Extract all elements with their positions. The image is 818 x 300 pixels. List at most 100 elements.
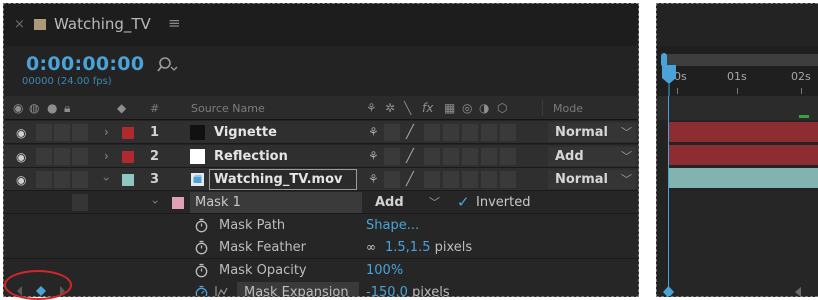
3d-toggle[interactable] <box>500 171 516 188</box>
search-icon[interactable] <box>157 56 179 76</box>
expand-chevron-icon[interactable]: › <box>104 125 109 139</box>
scroll-arrow-icon[interactable] <box>793 287 805 297</box>
mask-opacity-value[interactable]: 100% <box>366 263 403 278</box>
footage-file-icon <box>191 173 204 186</box>
layer-duration-bar[interactable] <box>669 122 818 142</box>
collapse-toggle[interactable] <box>384 124 400 141</box>
composition-tab-title[interactable]: Watching_TV <box>54 15 151 33</box>
motion-blur-toggle[interactable] <box>462 171 478 188</box>
mask-feather-value[interactable]: 1.5,1.5 pixels <box>385 240 472 255</box>
frame-blend-toggle[interactable] <box>443 171 459 188</box>
keyframe-diamond-icon[interactable] <box>662 286 675 297</box>
3d-toggle[interactable] <box>500 148 516 165</box>
quality-slash-icon[interactable]: ╱ <box>406 172 414 187</box>
layer-duration-bar[interactable] <box>669 145 818 165</box>
inverted-checkbox[interactable]: ✓ <box>457 193 470 211</box>
visibility-eye-icon[interactable]: ◉ <box>16 173 26 187</box>
video-switch-icon: ◉ <box>13 101 24 115</box>
collapse-toggle[interactable] <box>384 171 400 188</box>
solo-switch-icon: ● <box>47 101 58 115</box>
time-tick-label: 02s <box>791 70 811 83</box>
timeline-panel: 00s 01s 02s <box>656 3 818 297</box>
layer-row[interactable]: ◉ › 2 Reflection ⚘ ╱ Add ﹀ <box>4 145 638 168</box>
stopwatch-active-icon[interactable] <box>194 285 209 297</box>
mask-name[interactable]: Mask 1 <box>195 195 241 210</box>
solo-toggle[interactable] <box>54 148 70 165</box>
mask-color-swatch[interactable] <box>172 197 184 209</box>
mask-expansion-value[interactable]: -150.0 pixels <box>366 285 450 296</box>
expand-chevron-icon[interactable]: › <box>99 177 113 182</box>
mask-mode-select[interactable]: Add <box>375 195 404 210</box>
effects-toggle[interactable] <box>424 124 440 141</box>
property-track-area <box>669 191 818 296</box>
property-label: Mask Opacity <box>219 263 307 278</box>
layer-label-swatch[interactable] <box>122 151 134 163</box>
constrain-proportions-icon[interactable]: ∞ <box>366 240 376 254</box>
solo-toggle[interactable] <box>54 171 70 188</box>
mode-column-label[interactable]: Mode <box>553 102 583 115</box>
3d-toggle[interactable] <box>500 124 516 141</box>
collapse-toggle[interactable] <box>384 148 400 165</box>
visibility-eye-icon[interactable]: ◉ <box>16 150 26 164</box>
panel-menu-icon[interactable]: ≡ <box>168 14 181 32</box>
layer-duration-bar[interactable] <box>669 168 818 188</box>
property-row[interactable]: Mask Opacity 100% <box>4 259 638 282</box>
layer-label-swatch[interactable] <box>122 127 134 139</box>
property-row[interactable]: Mask Path Shape... <box>4 214 638 237</box>
stopwatch-icon[interactable] <box>194 263 209 278</box>
effects-toggle[interactable] <box>424 171 440 188</box>
adjustment-toggle[interactable] <box>481 124 497 141</box>
property-row[interactable]: Mask Expansion -150.0 pixels <box>4 281 638 297</box>
audio-toggle[interactable] <box>36 148 52 165</box>
layer-name[interactable]: Watching_TV.mov <box>214 172 342 187</box>
visibility-eye-icon[interactable]: ◉ <box>16 126 26 140</box>
shy-switch-icon[interactable]: ⚘ <box>368 125 379 139</box>
mask-path-value[interactable]: Shape... <box>366 218 419 233</box>
annotation-circle <box>4 270 72 300</box>
adjustment-toggle[interactable] <box>481 171 497 188</box>
close-tab-icon[interactable]: × <box>14 17 25 32</box>
playhead-icon[interactable] <box>661 64 677 96</box>
quality-slash-icon[interactable]: ╱ <box>406 149 414 164</box>
stopwatch-icon[interactable] <box>194 240 209 255</box>
layer-row-selected[interactable]: ◉ › 3 Watching_TV.mov ⚘ ╱ Normal ﹀ <box>4 168 638 191</box>
lock-toggle[interactable] <box>72 124 88 141</box>
frame-rate-readout: 00000 (24.00 fps) <box>22 76 112 87</box>
frame-blend-toggle[interactable] <box>443 148 459 165</box>
label-tag-icon: ◆ <box>117 101 127 115</box>
composition-color-swatch <box>34 19 46 30</box>
layer-row[interactable]: ◉ › 1 Vignette ⚘ ╱ Normal ﹀ <box>4 121 638 144</box>
marker-indicator <box>799 115 809 118</box>
audio-toggle[interactable] <box>36 171 52 188</box>
mask-row[interactable]: › Mask 1 Add ﹀ ✓ Inverted <box>4 191 638 214</box>
lock-icon: 🔒︎ <box>64 101 71 115</box>
current-time-display[interactable]: 0:00:00:00 <box>26 53 144 75</box>
shy-switch-icon[interactable]: ⚘ <box>368 149 379 163</box>
blend-mode-value: Normal <box>555 125 608 140</box>
graph-editor-icon[interactable] <box>215 285 229 297</box>
shy-switch-icon[interactable]: ⚘ <box>368 172 379 186</box>
effects-toggle[interactable] <box>424 148 440 165</box>
layer-name[interactable]: Vignette <box>214 125 277 140</box>
property-label: Mask Path <box>219 218 286 233</box>
motion-blur-toggle[interactable] <box>462 124 478 141</box>
solo-toggle[interactable] <box>54 124 70 141</box>
frame-blend-icon: ▦ <box>444 101 456 115</box>
motion-blur-toggle[interactable] <box>462 148 478 165</box>
frame-blend-toggle[interactable] <box>443 124 459 141</box>
layer-name[interactable]: Reflection <box>214 149 288 164</box>
time-tick <box>801 88 802 94</box>
lock-toggle[interactable] <box>72 148 88 165</box>
property-row[interactable]: Mask Feather ∞ 1.5,1.5 pixels <box>4 236 638 259</box>
work-area-bar[interactable] <box>663 54 818 66</box>
lock-toggle[interactable] <box>72 171 88 188</box>
source-name-column[interactable]: Source Name <box>191 102 265 115</box>
quality-slash-icon[interactable]: ╱ <box>406 125 414 140</box>
stopwatch-icon[interactable] <box>194 218 209 233</box>
expand-chevron-icon[interactable]: › <box>104 149 109 163</box>
lock-toggle[interactable] <box>72 194 88 211</box>
adjustment-toggle[interactable] <box>481 148 497 165</box>
expand-chevron-icon[interactable]: › <box>148 200 162 205</box>
layer-label-swatch[interactable] <box>122 174 134 186</box>
audio-toggle[interactable] <box>36 124 52 141</box>
